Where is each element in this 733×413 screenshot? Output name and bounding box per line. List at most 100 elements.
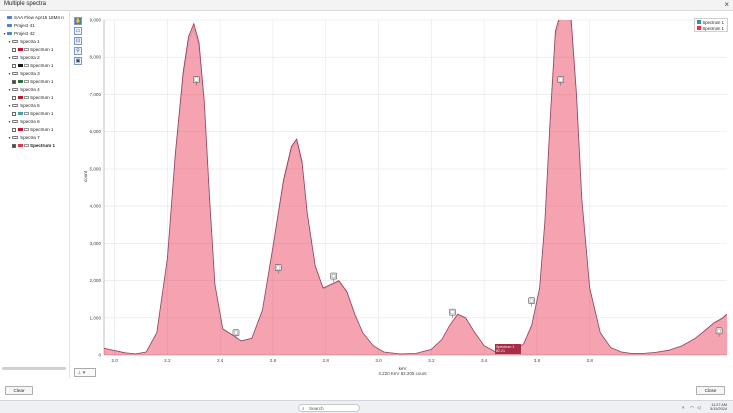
y-tick-label: 3,000 (90, 241, 102, 246)
tooltip-value: 82.21 (496, 349, 505, 353)
tree-item-spectra[interactable]: ▾ Spectra 2 (7, 54, 40, 61)
tree-item-spectrum[interactable]: Spectrum 1 (12, 46, 54, 53)
tree-item-spectra[interactable]: ▾ Spectra 4 (7, 86, 40, 93)
taskbar-clock[interactable]: 11:27 AM 5/19/2024 (710, 403, 727, 412)
y-tick-label: 2,000 (90, 278, 102, 283)
spectrum-chart[interactable]: 0 1,000 2,000 3,000 4,000 5,000 6,000 7,000 8,00… (72, 12, 733, 384)
spectra-icon (12, 136, 18, 139)
screenshot-icon[interactable]: ▣ (74, 57, 82, 65)
color-swatch[interactable] (17, 144, 23, 147)
tree-item-spectrum[interactable]: Spectrum 1 (12, 142, 55, 149)
peak-marker-icon (528, 297, 535, 304)
spectrum-icon (23, 128, 29, 131)
folder-icon (7, 23, 12, 28)
color-swatch[interactable] (17, 48, 23, 51)
peak-marker-icon (330, 272, 337, 280)
color-swatch[interactable] (17, 80, 23, 83)
spectrum-checkbox[interactable] (12, 111, 16, 116)
tree-horizontal-scrollbar[interactable] (2, 367, 66, 370)
search-placeholder: Search (309, 405, 324, 411)
tree-item-label: Spectra 3 (20, 71, 40, 76)
peak-marker-icon (232, 329, 240, 336)
spectrum-checkbox[interactable] (12, 95, 16, 100)
taskbar: ⌕ Search ˄ ◠ ◁ 11:27 AM 5/19/2024 (0, 400, 733, 413)
cursor-status-readout: 3.220 KeV 82.205 count (378, 371, 427, 376)
spectra-icon (12, 120, 18, 123)
color-swatch[interactable] (17, 64, 23, 67)
spectrum-checkbox[interactable] (12, 127, 16, 132)
legend-swatch (697, 20, 701, 24)
tree-item-label: SAA Flow Apr15 18M4 n (14, 15, 64, 20)
tree-item-label: Spectrum 1 (30, 143, 56, 148)
zoom-region-icon[interactable]: ⊡ (74, 37, 82, 45)
zoom-box-icon[interactable]: ▭ (74, 27, 82, 35)
y-tick-label: 0 (98, 353, 101, 358)
tree-item-label: Spectra 7 (20, 135, 40, 140)
y-tick-label: 8,000 (90, 55, 102, 60)
tree-item-spectra[interactable]: ▾ Spectra 6 (7, 118, 40, 125)
spectrum-checkbox[interactable] (12, 63, 16, 68)
peak-marker-icon (193, 76, 200, 83)
tree-item-folder[interactable]: Project 41 (2, 22, 35, 29)
tree-item-spectrum[interactable]: Spectrum 1 (12, 126, 54, 133)
chevron-up-icon[interactable]: ˄ (682, 405, 685, 410)
tree-item-label: Spectra 1 (20, 39, 40, 44)
hand-icon[interactable]: ✋ (74, 17, 82, 25)
x-tick-label: 2.8 (323, 358, 330, 363)
tree-item-spectrum[interactable]: Spectrum 1 (12, 62, 54, 69)
tree-item-label: Spectra 5 (20, 103, 40, 108)
tree-item-spectrum[interactable]: Spectrum 1 (12, 94, 54, 101)
spectrum-icon (23, 96, 29, 99)
tree-item-label: Spectra 2 (20, 55, 40, 60)
color-swatch[interactable] (17, 112, 23, 115)
wifi-icon[interactable]: ◠ (690, 405, 694, 411)
tree-item-spectra[interactable]: ▾ Spectra 3 (7, 70, 40, 77)
spectra-icon (12, 40, 18, 43)
spectrum-plot[interactable]: 0 1,000 2,000 3,000 4,000 5,000 6,000 7,000 8,00… (72, 12, 733, 384)
tree-item-spectrum[interactable]: Spectrum 1 (12, 110, 54, 117)
tree-item-label: Spectra 6 (20, 119, 40, 124)
tree-item-label: Project 42 (14, 31, 35, 36)
tree-item-label: Spectrum 1 (30, 111, 54, 116)
legend-label: Spectrum 1 (702, 19, 724, 25)
clear-button[interactable]: Clear (5, 386, 33, 395)
spectrum-checkbox[interactable] (12, 79, 16, 84)
spectra-icon (12, 72, 18, 75)
peak-marker-icon[interactable]: ⚲ (74, 47, 82, 55)
x-tick-label: 3.8 (587, 358, 594, 363)
close-button[interactable]: Close (696, 386, 725, 395)
spectrum-checkbox[interactable] (12, 47, 16, 52)
spectrum-icon (23, 144, 29, 147)
tree-item-label: Spectra 4 (20, 87, 40, 92)
tree-item-label: Spectrum 1 (30, 63, 54, 68)
spectrum-checkbox[interactable] (12, 143, 16, 148)
tree-item-spectra[interactable]: ▾ Spectra 1 (7, 38, 40, 45)
tree-item-label: Spectrum 1 (30, 95, 54, 100)
clock-date: 5/19/2024 (710, 407, 727, 411)
x-tick-label: 3.2 (428, 358, 435, 363)
tree-item-spectra[interactable]: ▾ Spectra 7 (7, 134, 40, 141)
y-tick-label: 5,000 (90, 166, 102, 171)
spectra-icon (12, 104, 18, 107)
color-swatch[interactable] (17, 128, 23, 131)
tree-item-label: Spectrum 1 (30, 127, 54, 132)
tree-item-spectra[interactable]: ▾ Spectra 5 (7, 102, 40, 109)
axis-options-dropdown[interactable]: ⊥ ▾ (74, 368, 96, 377)
y-tick-label: 1,000 (90, 315, 102, 320)
tree-item-folder[interactable]: ▾ Project 42 (2, 30, 35, 37)
title-bar: Multiple spectra × (0, 0, 733, 11)
peak-marker-icon (274, 264, 282, 271)
color-swatch[interactable] (17, 96, 23, 99)
folder-icon (7, 31, 12, 36)
taskbar-search-input[interactable]: ⌕ Search (298, 403, 360, 412)
tree-item-folder[interactable]: SAA Flow Apr15 18M4 n (2, 14, 64, 21)
series-area (104, 20, 727, 355)
volume-icon[interactable]: ◁ (697, 405, 700, 411)
x-tick-label: 2.4 (217, 358, 224, 363)
y-tick-label: 9,000 (90, 18, 102, 23)
tree-item-spectrum[interactable]: Spectrum 1 (12, 78, 54, 85)
window-close-icon[interactable]: × (724, 0, 729, 10)
y-axis-label: count (83, 170, 88, 182)
y-tick-label: 6,000 (90, 129, 102, 134)
spectrum-icon (23, 80, 29, 83)
